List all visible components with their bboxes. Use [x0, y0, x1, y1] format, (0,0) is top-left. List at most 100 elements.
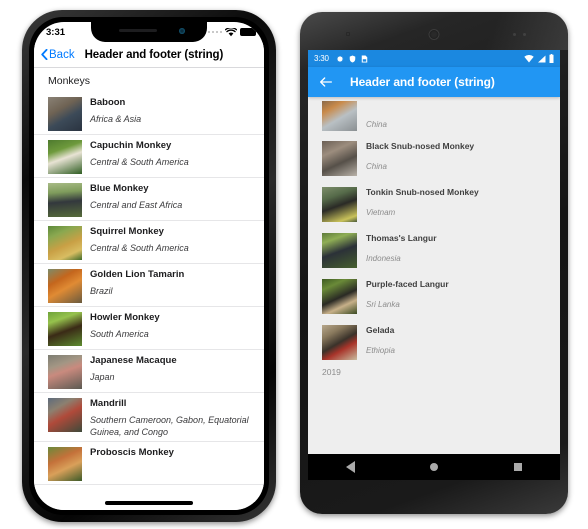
ios-status-time: 3:31 — [46, 26, 66, 38]
front-camera-icon — [179, 28, 185, 34]
list-item-subtitle: Japan — [90, 372, 115, 382]
back-button[interactable]: Back — [41, 49, 75, 61]
list-item[interactable]: Proboscis Monkey — [34, 442, 264, 485]
list-item-subtitle: Africa & Asia — [90, 114, 142, 124]
list-item-title: Mandrill — [90, 398, 127, 409]
list-item-text: Mandrill Southern Cameroon, Gabon, Equat… — [90, 396, 254, 438]
sim-card-icon — [361, 55, 368, 62]
list-item-text: Howler Monkey South America — [90, 310, 254, 340]
android-app-bar: Header and footer (string) — [308, 67, 560, 97]
cell-signal-icon — [538, 55, 546, 62]
arrow-back-icon[interactable] — [318, 74, 334, 90]
ios-monkey-list[interactable]: Monkeys Baboon Africa & Asia Capuchin Mo… — [34, 68, 264, 510]
battery-icon — [549, 54, 554, 63]
nav-back-triangle-icon — [345, 461, 355, 473]
iphone-bezel: 3:31 Back Header and footer (string) Mon… — [29, 17, 269, 515]
list-item-title: Purple-faced Langur — [366, 279, 449, 289]
nav-back-button[interactable] — [333, 454, 367, 480]
list-item[interactable]: Golden Lion Tamarin Brazil — [34, 264, 264, 307]
list-item[interactable]: Capuchin Monkey Central & South America — [34, 135, 264, 178]
shield-icon — [349, 55, 356, 62]
nav-recents-button[interactable] — [501, 454, 535, 480]
list-item-text: Thomas's Langur Indonesia — [366, 231, 548, 265]
list-item[interactable]: Mandrill Southern Cameroon, Gabon, Equat… — [34, 393, 264, 442]
list-item-text: Capuchin Monkey Central & South America — [90, 138, 254, 168]
list-item-subtitle: Sri Lanka — [366, 300, 400, 309]
monkey-thumbnail — [48, 398, 82, 432]
list-item-title: Proboscis Monkey — [90, 447, 174, 458]
monkey-thumbnail — [322, 325, 357, 360]
list-item-title: Thomas's Langur — [366, 233, 437, 243]
monkey-thumbnail — [48, 226, 82, 260]
android-status-left-icons — [336, 55, 368, 63]
list-item-title: Golden Lion Tamarin — [90, 269, 185, 280]
android-monkey-list[interactable]: China Black Snub-nosed Monkey China Tonk… — [308, 97, 560, 454]
list-item[interactable]: Howler Monkey South America — [34, 307, 264, 350]
list-item-title: Gelada — [366, 325, 395, 335]
list-item[interactable]: Black Snub-nosed Monkey China — [308, 135, 560, 181]
back-button-label: Back — [49, 48, 75, 61]
list-item-text: Japanese Macaque Japan — [90, 353, 254, 383]
list-item-subtitle: Brazil — [90, 286, 113, 296]
list-item-text: Tonkin Snub-nosed Monkey Vietnam — [366, 185, 548, 219]
list-item-subtitle: China — [366, 120, 387, 129]
list-item-text: Gelada Ethiopia — [366, 323, 548, 357]
list-item-text: Proboscis Monkey — [90, 445, 254, 460]
nav-home-button[interactable] — [417, 454, 451, 480]
list-item-title: Baboon — [90, 97, 126, 108]
list-item[interactable]: Squirrel Monkey Central & South America — [34, 221, 264, 264]
iphone-screen: 3:31 Back Header and footer (string) Mon… — [34, 22, 264, 510]
monkey-thumbnail — [48, 355, 82, 389]
android-status-bar: 3:30 — [308, 50, 560, 67]
android-screen: 3:30 Header and footer (string) China Bl… — [308, 50, 560, 454]
wifi-icon — [524, 54, 534, 62]
list-item-title: Black Snub-nosed Monkey — [366, 141, 475, 151]
list-item-title: Blue Monkey — [90, 183, 149, 194]
wifi-icon — [225, 27, 237, 36]
list-item[interactable]: Thomas's Langur Indonesia — [308, 227, 560, 273]
list-item[interactable]: Blue Monkey Central and East Africa — [34, 178, 264, 221]
list-item[interactable]: Purple-faced Langur Sri Lanka — [308, 273, 560, 319]
monkey-thumbnail — [322, 101, 357, 131]
nav-home-circle-icon — [430, 463, 438, 471]
iphone-device: 3:31 Back Header and footer (string) Mon… — [22, 10, 276, 522]
nav-recents-square-icon — [514, 463, 522, 471]
list-item-text: Blue Monkey Central and East Africa — [90, 181, 254, 211]
gear-icon — [336, 55, 343, 62]
front-camera-icon — [346, 32, 350, 36]
list-item[interactable]: China — [308, 97, 560, 135]
list-item-subtitle: Ethiopia — [366, 346, 395, 355]
home-indicator[interactable] — [105, 501, 193, 505]
list-item[interactable]: Japanese Macaque Japan — [34, 350, 264, 393]
list-section-header: Monkeys — [48, 75, 91, 87]
chevron-left-icon — [41, 49, 48, 60]
signal-dots-icon — [207, 30, 222, 34]
list-item-subtitle: Southern Cameroon, Gabon, Equatorial Gui… — [90, 415, 249, 437]
android-status-time: 3:30 — [314, 54, 329, 63]
page-title: Header and footer (string) — [350, 75, 495, 89]
list-item-subtitle: China — [366, 162, 387, 171]
android-navigation-bar — [308, 454, 560, 480]
list-item[interactable]: Gelada Ethiopia — [308, 319, 560, 365]
ios-nav-bar: Back Header and footer (string) — [34, 42, 264, 68]
battery-icon — [240, 28, 258, 36]
list-footer: 2019 — [322, 367, 341, 377]
earpiece-speaker-icon — [119, 29, 157, 32]
list-item-title: Capuchin Monkey — [90, 140, 172, 151]
list-item-subtitle: Central and East Africa — [90, 200, 183, 210]
monkey-thumbnail — [322, 187, 357, 222]
list-item-title: Squirrel Monkey — [90, 226, 164, 237]
list-item-subtitle: Central & South America — [90, 243, 189, 253]
android-device-top — [300, 12, 568, 50]
screen-glare — [444, 12, 568, 50]
list-item-title: Tonkin Snub-nosed Monkey — [366, 187, 479, 197]
monkey-thumbnail — [322, 141, 357, 176]
list-item[interactable]: Tonkin Snub-nosed Monkey Vietnam — [308, 181, 560, 227]
iphone-notch — [91, 22, 207, 42]
android-status-right-icons — [524, 54, 554, 63]
page-title: Header and footer (string) — [84, 48, 224, 61]
list-item-text: China — [366, 118, 548, 131]
list-item[interactable]: Baboon Africa & Asia — [34, 92, 264, 135]
list-item-text: Squirrel Monkey Central & South America — [90, 224, 254, 254]
ios-status-indicators — [207, 27, 258, 37]
